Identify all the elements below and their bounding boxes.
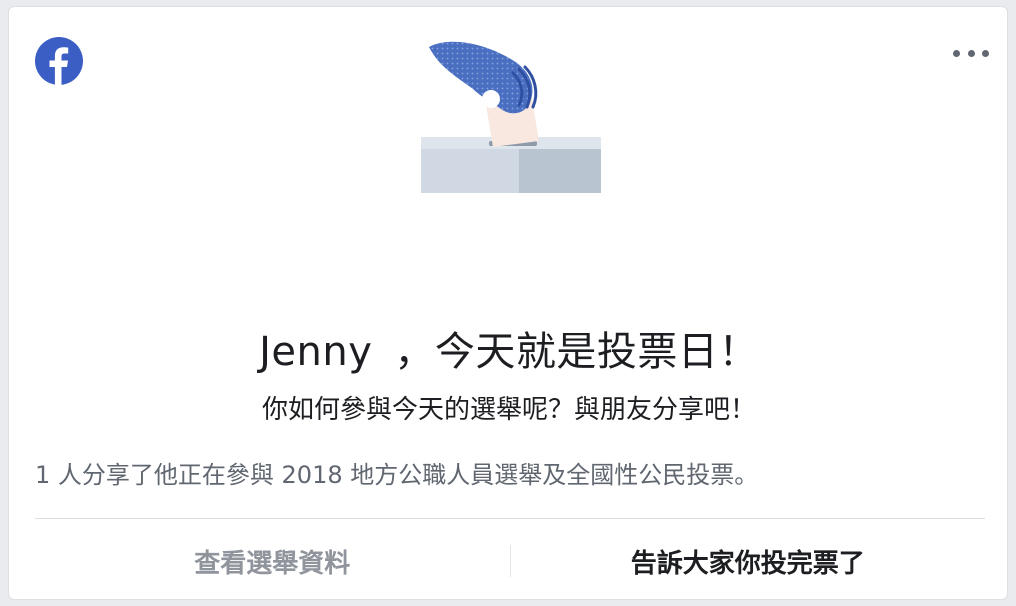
facebook-logo-icon[interactable] [35,37,83,85]
more-dot-icon [982,49,989,57]
subheadline: 你如何參與今天的選舉呢？與朋友分享吧！ [261,395,756,425]
headline-message: ，今天就是投票日！ [394,329,759,375]
ballot-box-hand-icon [421,37,605,193]
more-dot-icon [953,49,960,57]
share-voted-button[interactable]: 告訴大家你投完票了 [511,527,986,595]
view-election-info-button[interactable]: 查看選舉資料 [35,527,510,595]
divider [35,518,985,519]
share-count-text[interactable]: 1 人分享了他正在參與 2018 地方公職人員選舉及全國性公民投票。 [35,455,758,490]
more-options-button[interactable] [953,45,989,61]
election-day-card: Jenny ，今天就是投票日！ 你如何參與今天的選舉呢？與朋友分享吧！ 1 人分享… [8,6,1008,600]
more-dot-icon [967,49,975,57]
headline: Jenny ，今天就是投票日！ [9,319,1009,377]
action-bar: 查看選舉資料 告訴大家你投完票了 [35,527,985,595]
user-name: Jenny [259,329,373,375]
